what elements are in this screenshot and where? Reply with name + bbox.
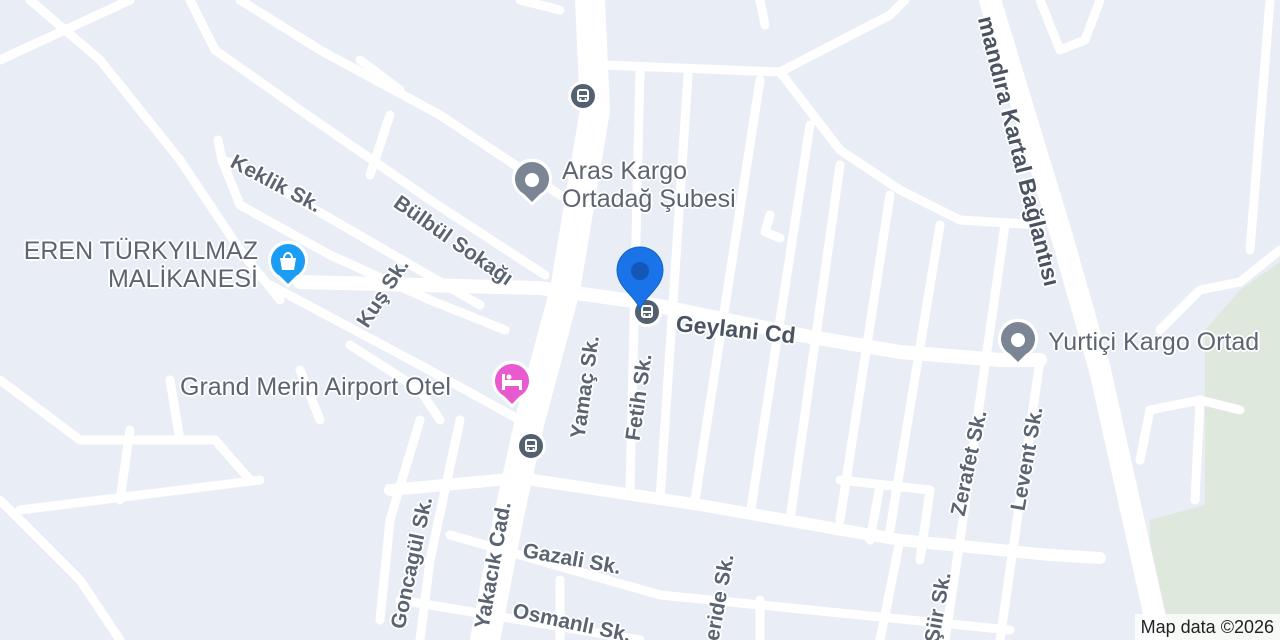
poi-label-line: Ortadağ Şubesi [562,185,736,213]
bus-stop-icon[interactable] [516,431,546,461]
bus-stop-icon[interactable] [568,81,598,111]
map-attribution: Map data ©2026 [1134,614,1280,640]
poi-label-line: EREN TÜRKYILMAZ [23,237,258,265]
location-pin-icon[interactable] [611,244,669,314]
map-canvas[interactable]: Keklik Sk. Bülbül Sokağı Kuş Sk. Yamaç S… [0,0,1280,640]
poi-label-line: Yurtiçi Kargo Ortad [1048,328,1260,356]
poi-label-yurtici[interactable]: Yurtiçi Kargo Ortad [1048,328,1259,356]
poi-label-aras[interactable]: Aras Kargo Ortadağ Şubesi [562,157,736,213]
poi-label-line: Aras Kargo [562,157,688,185]
shopping-bag-icon[interactable] [264,238,312,290]
poi-pin-icon[interactable] [508,156,556,208]
poi-label-line: MALİKANESİ [107,265,258,293]
poi-label-line: Grand Merin Airport Otel [180,373,451,401]
poi-pin-icon[interactable] [994,316,1042,368]
bed-icon[interactable] [488,358,536,410]
poi-label-grand[interactable]: Grand Merin Airport Otel [180,373,451,401]
poi-label-eren[interactable]: EREN TÜRKYILMAZ MALİKANESİ [12,237,258,293]
